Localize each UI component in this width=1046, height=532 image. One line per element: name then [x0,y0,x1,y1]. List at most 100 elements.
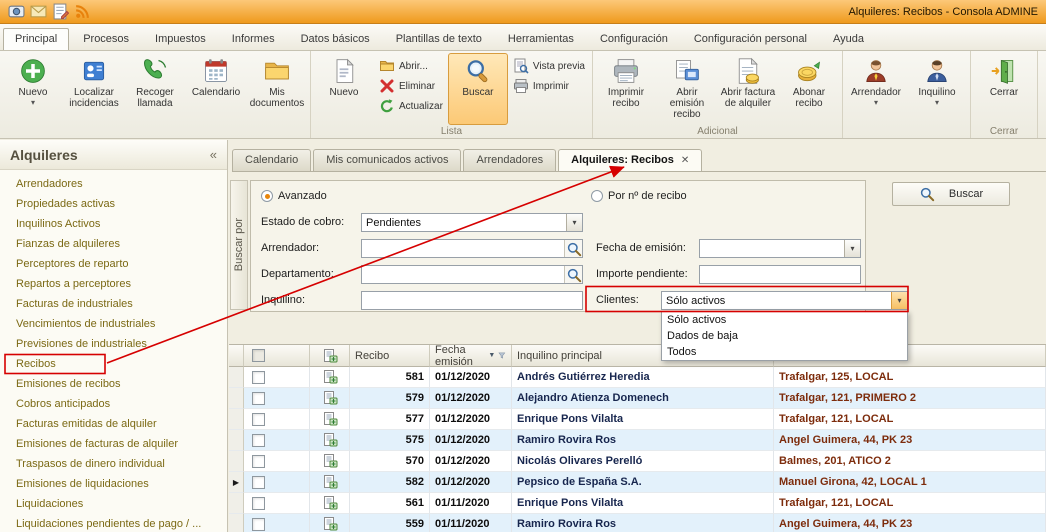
departamento-input[interactable] [361,265,583,284]
inquilino-button[interactable]: Inquilino▾ [907,53,967,125]
option-dados-de-baja[interactable]: Dados de baja [662,328,907,344]
arrendador-input[interactable] [361,239,583,258]
row-checkbox[interactable] [252,392,265,405]
abrir-button[interactable]: Abrir... [375,57,447,75]
sidebar-item-perceptores-de-reparto[interactable]: Perceptores de reparto [0,254,227,274]
tab-arrendadores[interactable]: Arrendadores [463,149,556,171]
tab-calendario[interactable]: Calendario [232,149,311,171]
nuevo-button[interactable]: Nuevo▾ [3,53,63,125]
table-row[interactable]: 57001/12/2020Nicolás Olivares PerellóBal… [229,451,1046,472]
sidebar-item-emisiones-de-liquidaciones[interactable]: Emisiones de liquidaciones [0,474,227,494]
menu-tab-configuracion[interactable]: Configuración [588,28,680,50]
menu-tab-informes[interactable]: Informes [220,28,287,50]
row-checkbox-cell[interactable] [244,367,310,388]
table-row[interactable]: 58101/12/2020Andrés Gutiérrez HerediaTra… [229,367,1046,388]
radio-por-numero-de-recibo[interactable]: Por nº de recibo [591,190,687,202]
sidebar-item-inquilinos-activos[interactable]: Inquilinos Activos [0,214,227,234]
column-header-fecha-emision[interactable]: Fecha emisión ▼ [430,345,512,367]
table-row[interactable]: 57701/12/2020Enrique Pons VilaltaTrafalg… [229,409,1046,430]
sidebar-item-facturas-emitidas-de-alquiler[interactable]: Facturas emitidas de alquiler [0,414,227,434]
option-todos[interactable]: Todos [662,344,907,360]
sidebar-item-vencimientos-de-industriales[interactable]: Vencimientos de industriales [0,314,227,334]
row-checkbox[interactable] [252,413,265,426]
sidebar-item-propiedades-activas[interactable]: Propiedades activas [0,194,227,214]
tab-mis-comunicados-activos[interactable]: Mis comunicados activos [313,149,461,171]
row-checkbox-cell[interactable] [244,472,310,493]
option-solo-activos[interactable]: Sólo activos [662,312,907,328]
row-checkbox[interactable] [252,455,265,468]
table-row[interactable]: 57501/12/2020Ramiro Rovira RosAngel Guim… [229,430,1046,451]
abrir-factura-de-alquiler-button[interactable]: Abrir factura de alquiler [718,53,778,125]
menu-tab-principal[interactable]: Principal [3,28,69,50]
row-checkbox[interactable] [252,518,265,531]
buscar-button[interactable]: Buscar [448,53,508,125]
cerrar-button[interactable]: Cerrar [974,53,1034,125]
sidebar-item-arrendadores[interactable]: Arrendadores [0,174,227,194]
table-row[interactable]: 55901/11/2020Ramiro Rovira RosAngel Guim… [229,514,1046,532]
radio-avanzado[interactable]: Avanzado [261,190,327,202]
sidebar-item-cobros-anticipados[interactable]: Cobros anticipados [0,394,227,414]
screenshot-icon[interactable] [8,3,25,20]
sidebar-item-emisiones-de-facturas-de-alquiler[interactable]: Emisiones de facturas de alquiler [0,434,227,454]
vista-previa-button[interactable]: Vista previa [509,57,589,75]
sidebar-item-liquidaciones[interactable]: Liquidaciones [0,494,227,514]
row-checkbox[interactable] [252,371,265,384]
row-checkbox[interactable] [252,434,265,447]
notes-icon[interactable] [52,3,69,20]
calendario-button[interactable]: Calendario [186,53,246,125]
row-checkbox-cell[interactable] [244,493,310,514]
chevron-down-icon[interactable]: ▾ [566,214,582,231]
close-tab-icon[interactable]: ✕ [681,155,689,166]
sidebar-item-repartos-a-perceptores[interactable]: Repartos a perceptores [0,274,227,294]
filter-icon[interactable] [498,350,506,361]
inquilino-input[interactable] [361,291,583,310]
eliminar-button[interactable]: Eliminar [375,77,447,95]
tab-alquileres-recibos[interactable]: Alquileres: Recibos✕ [558,149,702,171]
menu-tab-ayuda[interactable]: Ayuda [821,28,876,50]
menu-tab-configuracion-personal[interactable]: Configuración personal [682,28,819,50]
chevron-down-icon[interactable]: ▾ [844,240,860,257]
row-checkbox-cell[interactable] [244,430,310,451]
feed-icon[interactable] [74,3,91,20]
table-row[interactable]: ▶58201/12/2020Pepsico de España S.A.Manu… [229,472,1046,493]
select-all-checkbox-cell[interactable] [244,345,310,367]
table-row[interactable]: 56101/11/2020Enrique Pons VilaltaTrafalg… [229,493,1046,514]
abonar-recibo-button[interactable]: Abonar recibo [779,53,839,125]
recoger-llamada-button[interactable]: Recoger llamada [125,53,185,125]
menu-tab-herramientas[interactable]: Herramientas [496,28,586,50]
column-header-recibo[interactable]: Recibo [350,345,430,367]
fecha-de-emision-select[interactable]: ▾ [699,239,861,258]
row-checkbox-cell[interactable] [244,409,310,430]
localizar-incidencias-button[interactable]: Localizar incidencias [64,53,124,125]
menu-tab-plantillas-de-texto[interactable]: Plantillas de texto [384,28,494,50]
sidebar-item-liquidaciones-pendientes-de-pago[interactable]: Liquidaciones pendientes de pago / ... [0,514,227,532]
sidebar-item-traspasos-de-dinero-individual[interactable]: Traspasos de dinero individual [0,454,227,474]
sidebar-item-recibos[interactable]: Recibos [0,354,227,374]
sidebar-item-previsiones-de-industriales[interactable]: Previsiones de industriales [0,334,227,354]
arrendador-button[interactable]: Arrendador▾ [846,53,906,125]
clientes-select[interactable]: Sólo activos ▾ [661,291,908,310]
sidebar-item-fianzas-de-alquileres[interactable]: Fianzas de alquileres [0,234,227,254]
sidebar-item-emisiones-de-recibos[interactable]: Emisiones de recibos [0,374,227,394]
select-all-checkbox[interactable] [252,349,265,362]
chevron-down-icon[interactable]: ▾ [891,292,907,309]
menu-tab-impuestos[interactable]: Impuestos [143,28,218,50]
row-checkbox[interactable] [252,476,265,489]
imprimir-button[interactable]: Imprimir [509,77,589,95]
menu-tab-datos-basicos[interactable]: Datos básicos [289,28,382,50]
collapse-sidebar-icon[interactable]: « [210,147,217,162]
row-checkbox-cell[interactable] [244,514,310,532]
arrendador-lookup-button[interactable] [564,240,582,257]
importe-pendiente-input[interactable] [699,265,861,284]
estado-de-cobro-select[interactable]: Pendientes ▾ [361,213,583,232]
row-checkbox-cell[interactable] [244,451,310,472]
row-checkbox-cell[interactable] [244,388,310,409]
mis-documentos-button[interactable]: Mis documentos [247,53,307,125]
search-button[interactable]: Buscar [892,182,1010,206]
row-checkbox[interactable] [252,497,265,510]
table-row[interactable]: 57901/12/2020Alejandro Atienza DomenechT… [229,388,1046,409]
sidebar-item-facturas-de-industriales[interactable]: Facturas de industriales [0,294,227,314]
mail-icon[interactable] [30,3,47,20]
abrir-emision-recibo-button[interactable]: Abrir emisión recibo [657,53,717,125]
imprimir-recibo-button[interactable]: Imprimir recibo [596,53,656,125]
